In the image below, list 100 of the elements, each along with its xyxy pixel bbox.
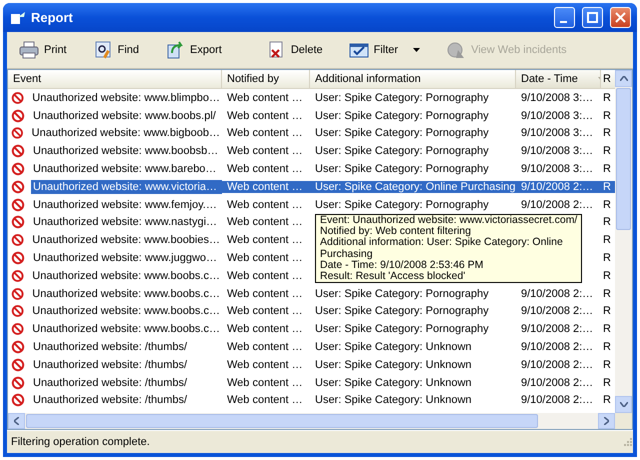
table-cell[interactable]: Unauthorized website: www.blimpbo…: [30, 90, 222, 105]
table-cell-text: R: [602, 288, 612, 300]
table-cell[interactable]: Unauthorized website: www.boobs.pl/: [31, 108, 218, 123]
table-cell-text: Web content …: [226, 92, 304, 104]
close-button[interactable]: [610, 7, 631, 28]
blocked-icon: [11, 233, 24, 248]
blocked-icon: [11, 358, 25, 372]
table-cell-text: User: Spike Category: Pornography: [314, 288, 490, 300]
toolbar-button[interactable]: Export: [159, 38, 228, 62]
table-cell-text: Web content …: [226, 270, 304, 282]
blocked-icon: [11, 108, 25, 123]
caret-icon: [413, 48, 420, 52]
blocked-icon: [11, 376, 25, 390]
minimize-icon: [560, 20, 566, 22]
column-header[interactable]: Event: [8, 70, 222, 88]
blocked-icon: [11, 322, 24, 336]
table-cell: User: Spike Category: Online Purchasing: [310, 180, 516, 193]
export-icon: [165, 41, 186, 59]
table-cell[interactable]: Unauthorized website: www.boobs.c…: [30, 304, 222, 318]
table-cell-text: R: [602, 234, 612, 246]
table-cell-text: User: Spike Category: Pornography: [314, 198, 490, 211]
table-cell[interactable]: Unauthorized website: www.boobs.c…: [30, 322, 222, 336]
table-cell-text: User: Spike Category: Pornography: [314, 145, 490, 158]
table-cell-text: Web content …: [226, 288, 304, 300]
table-cell-text: User: Spike Category: Pornography: [314, 127, 490, 140]
table-cell[interactable]: Unauthorized website: /thumbs/: [31, 358, 190, 372]
maximize-icon: [587, 12, 598, 23]
scroll-up-button[interactable]: [615, 70, 632, 87]
scroll-down-button[interactable]: [615, 396, 632, 413]
table-cell: Web content …: [222, 180, 310, 193]
table-cell[interactable]: Unauthorized website: www.boobies…: [30, 233, 222, 248]
blocked-icon: [11, 180, 25, 194]
table-cell-text: 9/10/2008 3:…: [520, 110, 594, 122]
blocked-icon: [11, 144, 25, 158]
table-cell-text: User: Spike Category: Pornography: [314, 163, 490, 176]
table-cell[interactable]: Unauthorized website: /thumbs/: [31, 376, 190, 390]
table-cell-text: R: [602, 252, 612, 264]
table-cell-text: User: Spike Category: Unknown: [314, 376, 473, 389]
column-header[interactable]: Date - Time: [516, 70, 601, 88]
table-cell-text: User: Spike Category: Pornography: [314, 110, 490, 122]
table-cell-text: 9/10/2008 3:…: [520, 145, 594, 158]
table-cell[interactable]: Unauthorized website: www.boobs.c…: [30, 268, 222, 283]
column-header[interactable]: Notified by: [222, 70, 310, 88]
filter-dropdown-button[interactable]: Filter: [342, 38, 426, 62]
table-cell[interactable]: Unauthorized website: www.boobsb…: [31, 144, 220, 158]
table-cell[interactable]: Unauthorized website: www.nastygi…: [31, 215, 220, 230]
filter-icon: [348, 41, 369, 59]
size-grip-icon[interactable]: [623, 437, 633, 447]
scroll-right-button[interactable]: [598, 413, 615, 429]
table-cell[interactable]: Unauthorized website: www.bigboob…: [30, 126, 222, 140]
table-cell-text: User: Spike Category: Unknown: [314, 394, 473, 406]
blocked-icon: [11, 90, 24, 105]
table-cell-text: R: [602, 198, 612, 211]
table-cell-text: R: [602, 305, 612, 318]
table-cell-text: Web content …: [226, 394, 304, 406]
table-cell-text: Web content …: [226, 376, 304, 389]
table-cell-text: Web content …: [226, 145, 304, 158]
table-cell[interactable]: Unauthorized website: /thumbs/: [31, 340, 190, 354]
toolbar-button[interactable]: Print: [13, 38, 73, 62]
status-text: Filtering operation complete.: [11, 436, 151, 448]
toolbar-button[interactable]: Delete: [260, 38, 329, 62]
table-cell-text: Web content …: [226, 234, 304, 246]
table-cell[interactable]: Unauthorized website: www.victoria…: [31, 180, 222, 194]
minimize-button[interactable]: [554, 7, 575, 28]
scrollbar-thumb[interactable]: [616, 88, 631, 230]
table-cell-text: Web content …: [226, 127, 304, 140]
table-cell[interactable]: Unauthorized website: www.barebo…: [31, 162, 218, 176]
table-cell-text: User: Spike Category: Pornography: [314, 305, 490, 318]
table-cell-text: Web content …: [226, 216, 304, 228]
table-cell: R: [601, 180, 615, 193]
blocked-icon: [11, 162, 25, 176]
table-cell-text: 9/10/2008 2:…: [520, 358, 594, 371]
scrollbar-thumb[interactable]: [26, 414, 538, 428]
app-icon: [10, 10, 26, 24]
table-cell-text: R: [602, 376, 612, 389]
table-cell-text: R: [602, 270, 612, 282]
close-icon: [615, 12, 626, 23]
table-cell-text: 9/10/2008 3:…: [520, 92, 594, 104]
maximize-button[interactable]: [582, 7, 603, 28]
table-cell[interactable]: Unauthorized website: www.femjoy.…: [31, 198, 219, 212]
table-cell-text: 9/10/2008 2:…: [520, 394, 594, 406]
table-cell-text: Web content …: [226, 305, 304, 318]
table-cell-text: 9/10/2008 3:…: [520, 163, 594, 176]
blocked-icon: [11, 251, 25, 266]
horizontal-scrollbar[interactable]: [8, 413, 615, 429]
toolbar-button[interactable]: Find: [86, 38, 146, 62]
column-header[interactable]: R: [601, 70, 615, 88]
table-cell[interactable]: Unauthorized website: www.juggwo…: [31, 251, 220, 266]
blocked-icon: [11, 304, 24, 318]
vertical-scrollbar[interactable]: [615, 70, 632, 413]
table-cell: 9/10/2008 2:…: [516, 180, 601, 193]
printer-icon: [19, 41, 39, 59]
table-cell-text: Web content …: [226, 110, 304, 122]
table-cell-text: R: [602, 127, 612, 140]
table-cell[interactable]: Unauthorized website: www.boobs.c…: [30, 286, 222, 301]
table-cell[interactable]: Unauthorized website: /thumbs/: [31, 393, 190, 408]
table-cell-text: R: [602, 110, 612, 122]
table-cell-text: User: Spike Category: Pornography: [314, 92, 490, 104]
table-cell-text: R: [602, 394, 612, 406]
scroll-left-button[interactable]: [8, 413, 25, 429]
